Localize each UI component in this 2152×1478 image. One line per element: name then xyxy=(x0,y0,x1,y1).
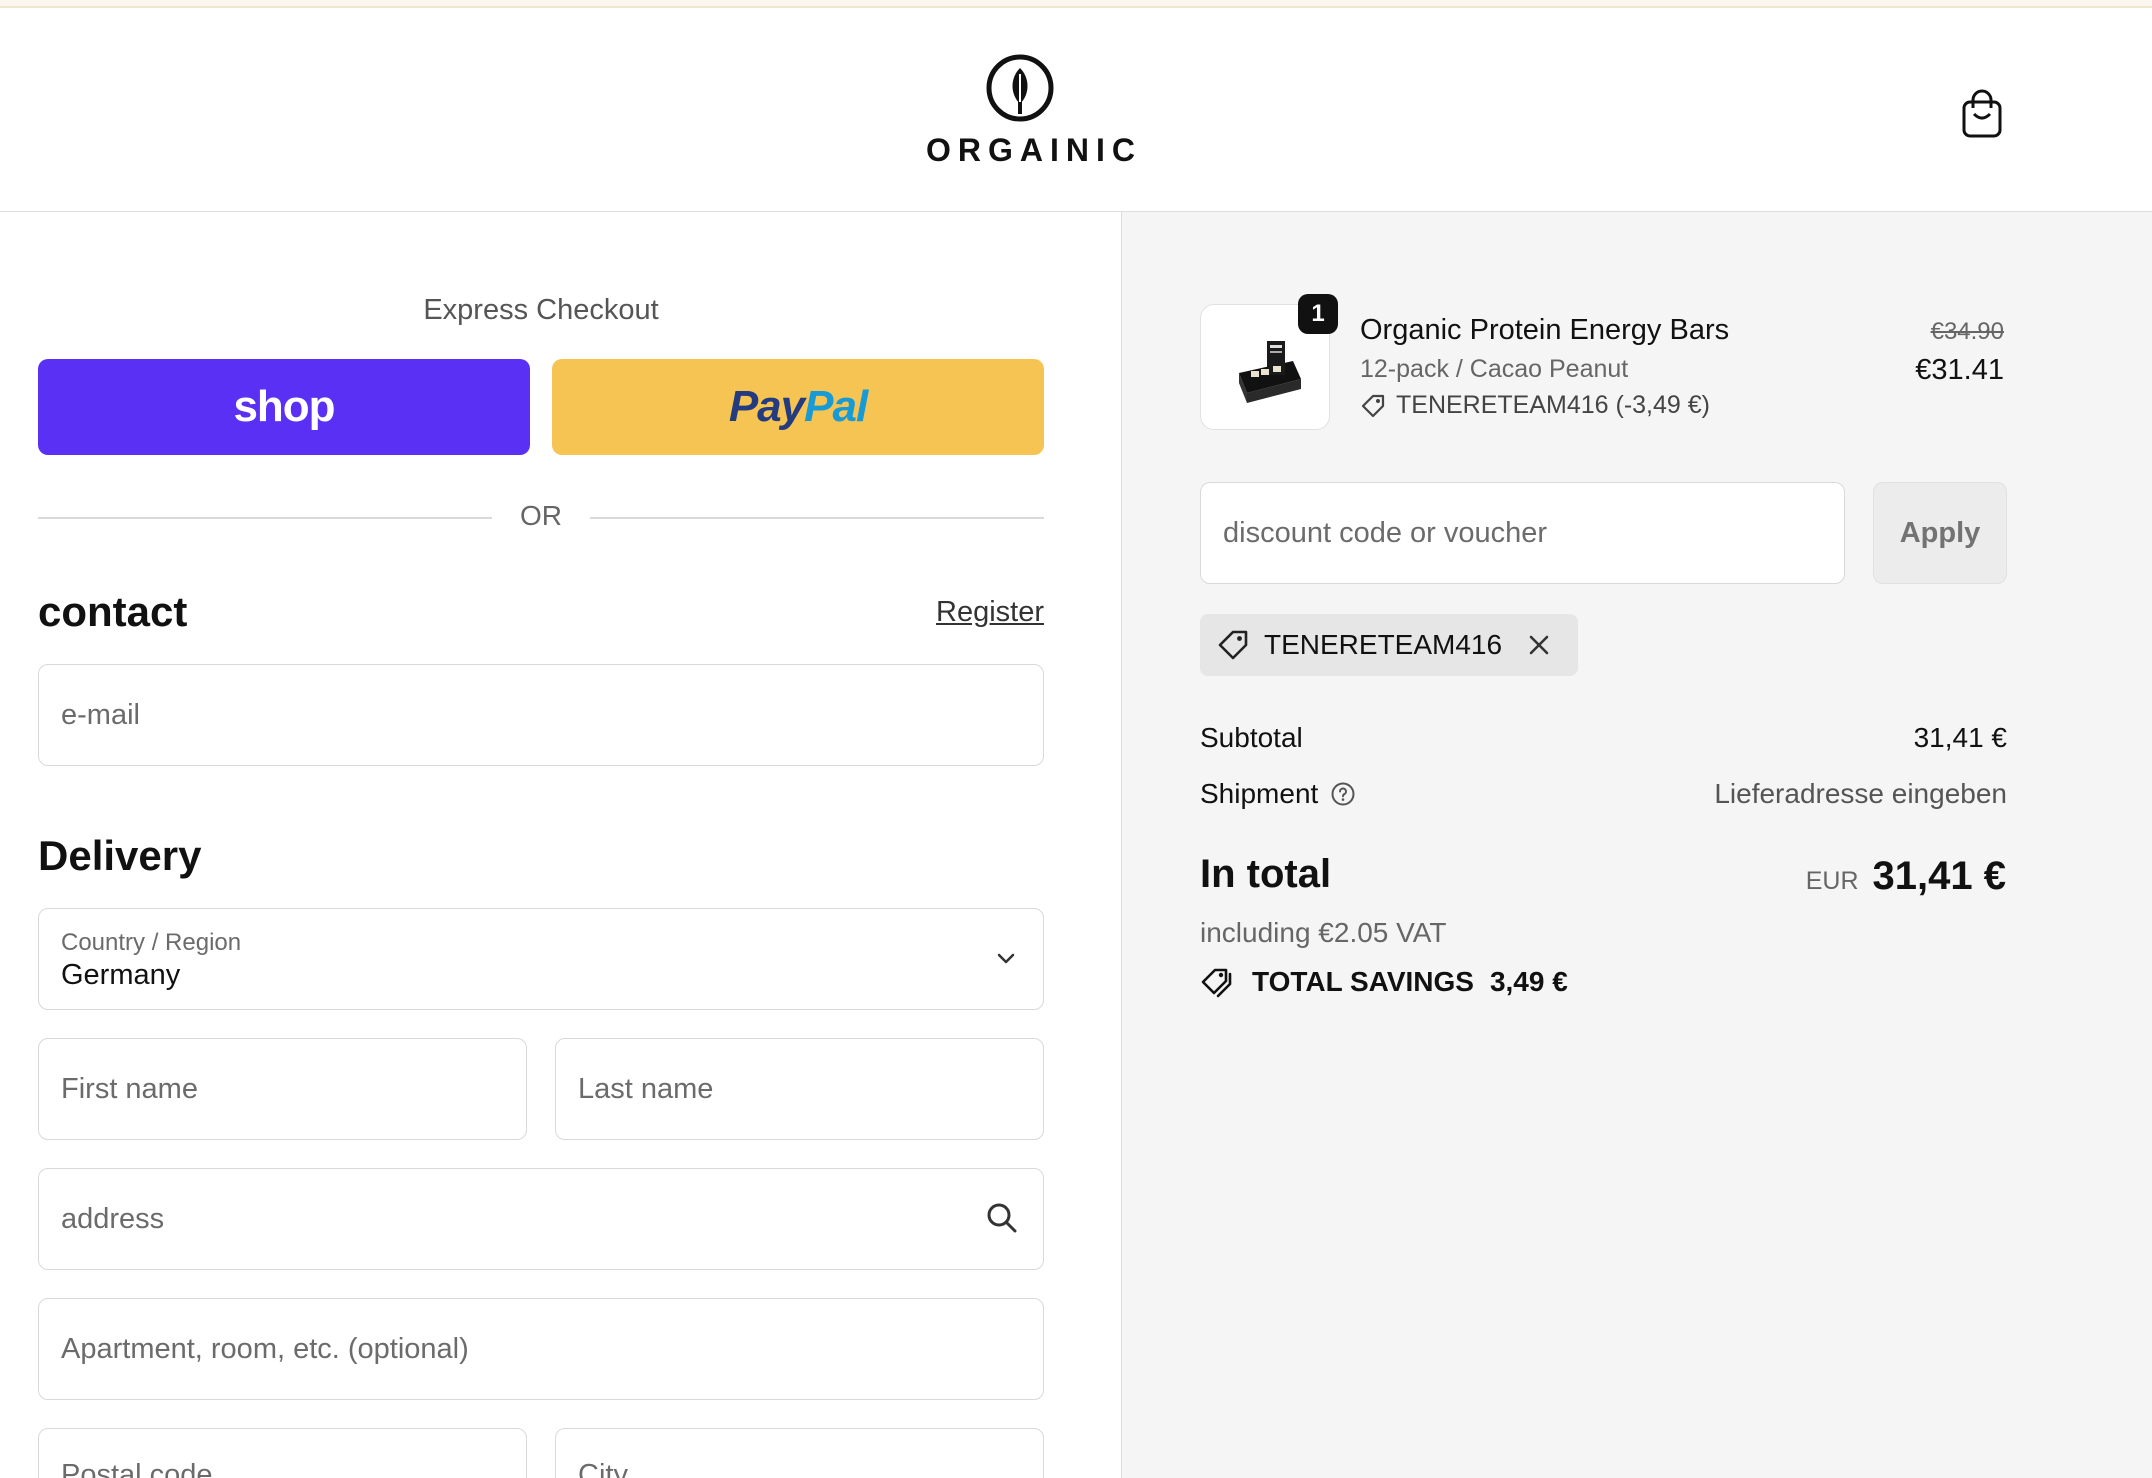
email-field[interactable]: e-mail xyxy=(38,664,1044,766)
total-currency: EUR xyxy=(1805,867,1859,895)
apartment-field[interactable]: Apartment, room, etc. (optional) xyxy=(38,1298,1044,1400)
product-variant: 12-pack / Cacao Peanut xyxy=(1360,355,1629,383)
apply-button[interactable]: Apply xyxy=(1873,482,2007,584)
country-label: Country / Region xyxy=(61,929,242,956)
total-amount: 31,41 € xyxy=(1872,854,2006,898)
vat-note: including €2.05 VAT xyxy=(1200,917,1447,948)
savings-label: TOTAL SAVINGS xyxy=(1252,966,1474,997)
chevron-down-icon xyxy=(997,953,1015,964)
product-discount: TENERETEAM416 (-3,49 €) xyxy=(1360,391,1710,420)
shopping-bag-icon[interactable] xyxy=(1960,88,2004,140)
shipment-value: Lieferadresse eingeben xyxy=(1714,778,2007,809)
register-link[interactable]: Register xyxy=(936,596,1044,629)
quantity-badge: 1 xyxy=(1298,294,1338,334)
orgainic-leaf-icon xyxy=(986,54,1054,122)
savings-tags-icon xyxy=(1201,968,1232,998)
total-savings: TOTAL SAVINGS 3,49 € xyxy=(1200,966,1568,998)
tag-icon xyxy=(1218,630,1248,660)
address-placeholder: address xyxy=(61,1202,165,1235)
close-icon[interactable] xyxy=(1526,632,1552,658)
country-select[interactable]: Country / Region Germany xyxy=(38,908,1044,1010)
divider-line-right xyxy=(590,517,1044,519)
shipment-label: Shipment xyxy=(1200,778,1319,809)
country-value: Germany xyxy=(61,959,181,991)
discounted-price: €31.41 xyxy=(1915,354,2004,386)
savings-value: 3,49 € xyxy=(1489,966,1568,997)
subtotal-value: 31,41 € xyxy=(1913,722,2007,753)
help-circle-icon[interactable] xyxy=(1330,781,1356,807)
postal-code-placeholder: Postal code xyxy=(61,1459,213,1478)
tag-icon xyxy=(1361,394,1385,417)
city-field[interactable]: City xyxy=(555,1428,1044,1478)
brand-logo[interactable]: ORGAINIC xyxy=(920,52,1142,169)
site-header: ORGAINIC xyxy=(0,8,2152,212)
or-text: OR xyxy=(520,500,562,531)
delivery-heading: Delivery xyxy=(38,832,202,879)
first-name-placeholder: First name xyxy=(61,1072,198,1105)
discount-code-input[interactable]: discount code or voucher xyxy=(1200,482,1845,584)
paypal-label-pay: Pay xyxy=(728,382,805,431)
brand-name: ORGAINIC xyxy=(926,132,1142,168)
applied-discount-chip: TENERETEAM416 xyxy=(1200,614,1579,676)
last-name-field[interactable]: Last name xyxy=(555,1038,1044,1140)
search-icon[interactable] xyxy=(985,1201,1019,1235)
last-name-placeholder: Last name xyxy=(578,1072,714,1105)
applied-discount-code: TENERETEAM416 xyxy=(1264,629,1503,660)
total-label: In total xyxy=(1200,852,1332,896)
divider-line-left xyxy=(38,517,492,519)
original-price: €34.90 xyxy=(1930,318,2004,345)
total-amount-group: EUR 31,41 € xyxy=(1806,854,2006,899)
discount-code-placeholder: discount code or voucher xyxy=(1223,516,1548,549)
or-divider: OR xyxy=(38,492,1044,542)
product-discount-text: TENERETEAM416 (-3,49 €) xyxy=(1396,391,1710,419)
shop-pay-button[interactable]: shop xyxy=(38,359,530,455)
postal-code-field[interactable]: Postal code xyxy=(38,1428,527,1478)
shipment-label-group: Shipment xyxy=(1200,778,1356,810)
first-name-field[interactable]: First name xyxy=(38,1038,527,1140)
order-summary: 1 Organic Protein Energy Bars 12-pack / … xyxy=(1121,212,2152,1478)
product-name: Organic Protein Energy Bars xyxy=(1360,314,1730,346)
shop-pay-label: shop xyxy=(233,382,335,431)
subtotal-label: Subtotal xyxy=(1200,722,1303,753)
city-placeholder: City xyxy=(578,1459,628,1478)
checkout-form: Express Checkout shop Pay Pal OR contact … xyxy=(0,212,1121,1478)
paypal-label-pal: Pal xyxy=(804,382,868,431)
paypal-button[interactable]: Pay Pal xyxy=(552,359,1044,455)
address-field[interactable]: address xyxy=(38,1168,1044,1270)
contact-heading: contact xyxy=(38,588,188,635)
apartment-placeholder: Apartment, room, etc. (optional) xyxy=(61,1332,469,1365)
top-strip xyxy=(0,0,2152,8)
email-placeholder: e-mail xyxy=(61,698,140,731)
express-checkout-title: Express Checkout xyxy=(423,294,659,326)
